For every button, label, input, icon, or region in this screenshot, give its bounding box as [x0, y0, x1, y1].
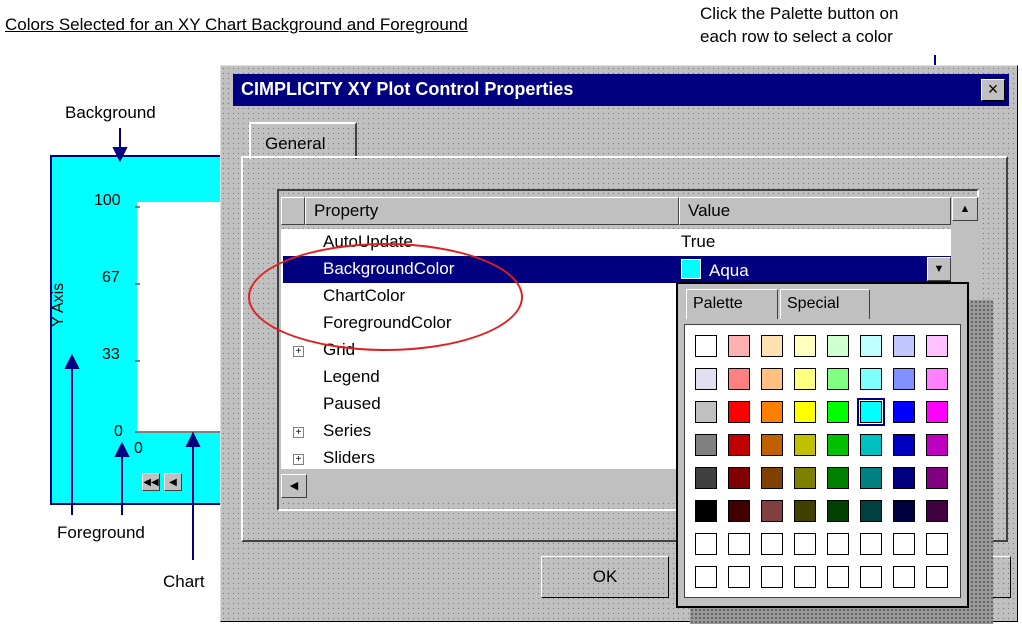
color-swatch[interactable] [794, 368, 816, 390]
color-swatch[interactable] [926, 434, 948, 456]
color-swatch[interactable] [695, 335, 717, 357]
color-swatch[interactable] [926, 500, 948, 522]
color-swatch[interactable] [695, 533, 717, 555]
color-swatch[interactable] [860, 533, 882, 555]
color-swatch[interactable] [761, 434, 783, 456]
property-value: Aqua [709, 261, 749, 280]
expand-icon[interactable]: + [293, 454, 304, 465]
property-name: Series [323, 421, 372, 440]
palette-dropdown-button[interactable]: ▼ [927, 257, 951, 281]
color-swatch-icon [681, 259, 701, 279]
color-swatch[interactable] [794, 401, 816, 423]
color-swatch[interactable] [926, 533, 948, 555]
color-swatch[interactable] [695, 368, 717, 390]
color-swatch[interactable] [926, 368, 948, 390]
color-swatch[interactable] [827, 467, 849, 489]
color-swatch[interactable] [893, 335, 915, 357]
color-swatch[interactable] [860, 467, 882, 489]
ok-button[interactable]: OK [541, 556, 669, 598]
color-swatch[interactable] [926, 566, 948, 588]
color-swatch[interactable] [860, 335, 882, 357]
expand-icon[interactable]: + [293, 427, 304, 438]
color-swatch[interactable] [827, 533, 849, 555]
color-swatch[interactable] [827, 368, 849, 390]
color-swatch[interactable] [794, 533, 816, 555]
property-value-cell[interactable]: Aqua [681, 259, 749, 281]
color-swatch[interactable] [926, 401, 948, 423]
color-swatch[interactable] [695, 467, 717, 489]
tab-palette[interactable]: Palette [686, 289, 778, 319]
color-swatch[interactable] [728, 368, 750, 390]
color-swatch[interactable] [860, 566, 882, 588]
color-swatch[interactable] [761, 401, 783, 423]
color-swatch[interactable] [761, 368, 783, 390]
color-swatch[interactable] [827, 335, 849, 357]
color-swatch[interactable] [893, 368, 915, 390]
tab-special[interactable]: Special [780, 289, 870, 319]
color-swatch[interactable] [926, 335, 948, 357]
color-swatch[interactable] [794, 566, 816, 588]
property-name: Sliders [323, 448, 375, 467]
dialog-title: CIMPLICITY XY Plot Control Properties [241, 79, 574, 99]
color-swatch[interactable] [827, 566, 849, 588]
dialog-titlebar[interactable]: CIMPLICITY XY Plot Control Properties × [233, 74, 1009, 106]
color-swatch[interactable] [728, 467, 750, 489]
header-spacer [281, 197, 305, 225]
color-swatch[interactable] [860, 500, 882, 522]
color-swatch[interactable] [827, 401, 849, 423]
color-swatch[interactable] [728, 533, 750, 555]
header-property[interactable]: Property [305, 197, 679, 225]
property-value-cell[interactable]: True [681, 232, 715, 252]
highlight-ellipse [248, 243, 523, 351]
header-value[interactable]: Value [679, 197, 951, 225]
property-name: Paused [323, 394, 381, 413]
property-name: Legend [323, 367, 380, 386]
tab-general[interactable]: General [249, 122, 357, 159]
expand-icon[interactable]: + [293, 346, 304, 357]
color-swatch[interactable] [893, 434, 915, 456]
color-swatch[interactable] [695, 500, 717, 522]
color-swatch[interactable] [860, 368, 882, 390]
close-icon[interactable]: × [981, 79, 1005, 101]
color-swatch[interactable] [827, 500, 849, 522]
color-swatch[interactable] [893, 401, 915, 423]
color-swatch[interactable] [893, 467, 915, 489]
color-swatch[interactable] [761, 335, 783, 357]
color-swatch[interactable] [695, 401, 717, 423]
color-swatch[interactable] [695, 566, 717, 588]
color-swatch[interactable] [728, 500, 750, 522]
color-swatch[interactable] [761, 467, 783, 489]
color-swatch[interactable] [893, 533, 915, 555]
grid-header: Property Value [281, 197, 951, 225]
color-swatch[interactable] [794, 434, 816, 456]
color-swatch[interactable] [728, 434, 750, 456]
color-swatch[interactable] [926, 467, 948, 489]
color-swatch[interactable] [761, 566, 783, 588]
property-value: True [681, 232, 716, 251]
color-swatch[interactable] [695, 434, 717, 456]
swatch-grid [684, 324, 961, 598]
color-swatch[interactable] [860, 434, 882, 456]
color-swatch[interactable] [857, 398, 885, 426]
color-swatch[interactable] [794, 500, 816, 522]
scroll-left-icon[interactable]: ◀ [281, 474, 307, 498]
color-swatch[interactable] [827, 434, 849, 456]
color-swatch[interactable] [893, 566, 915, 588]
color-swatch[interactable] [794, 335, 816, 357]
color-swatch[interactable] [728, 335, 750, 357]
color-swatch[interactable] [761, 533, 783, 555]
color-swatch[interactable] [893, 500, 915, 522]
color-swatch[interactable] [794, 467, 816, 489]
color-swatch[interactable] [728, 401, 750, 423]
color-swatch[interactable] [761, 500, 783, 522]
color-swatch[interactable] [728, 566, 750, 588]
color-palette-popup: Palette Special [676, 282, 969, 608]
scroll-up-icon[interactable]: ▲ [952, 197, 978, 221]
